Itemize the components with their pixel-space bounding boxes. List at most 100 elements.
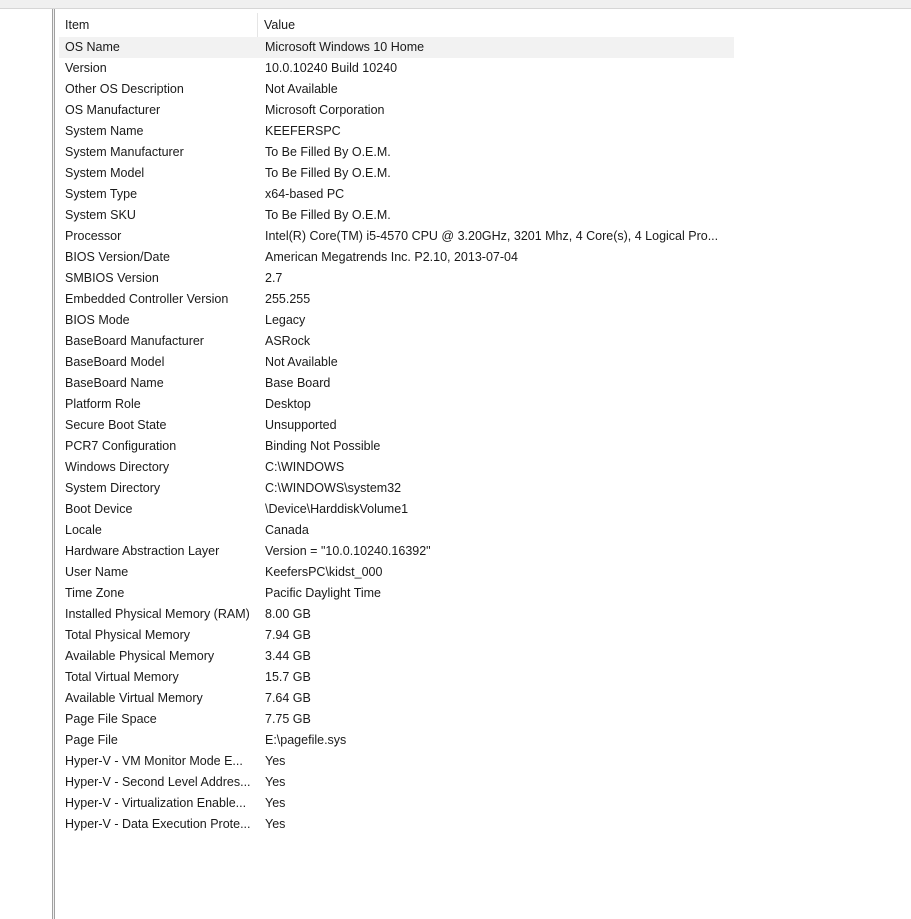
- list-item[interactable]: Embedded Controller Version 255.255: [59, 289, 734, 310]
- list-item[interactable]: Locale Canada: [59, 520, 734, 541]
- value-cell: Microsoft Windows 10 Home: [265, 40, 425, 54]
- value-cell: 3.44 GB: [265, 649, 311, 663]
- list-rows: OS Name Microsoft Windows 10 Home Version 1…: [59, 37, 734, 835]
- item-cell: System Directory: [65, 481, 161, 495]
- value-cell: x64-based PC: [265, 187, 345, 201]
- value-cell: Legacy: [265, 313, 306, 327]
- item-cell: Hyper-V - Virtualization Enable...: [65, 796, 247, 810]
- item-cell: BaseBoard Model: [65, 355, 165, 369]
- list-item[interactable]: Hyper-V - Virtualization Enable... Yes: [59, 793, 734, 814]
- value-cell: C:\WINDOWS\system32: [265, 481, 402, 495]
- list-item[interactable]: OS Name Microsoft Windows 10 Home: [59, 37, 734, 58]
- item-cell: Locale: [65, 523, 102, 537]
- value-cell: American Megatrends Inc. P2.10, 2013-07-…: [265, 250, 518, 264]
- item-cell: Hardware Abstraction Layer: [65, 544, 220, 558]
- list-item[interactable]: System Type x64-based PC: [59, 184, 734, 205]
- list-item[interactable]: System Directory C:\WINDOWS\system32: [59, 478, 734, 499]
- item-cell: System Model: [65, 166, 145, 180]
- item-cell: Time Zone: [65, 586, 125, 600]
- list-item[interactable]: Hyper-V - Second Level Addres... Yes: [59, 772, 734, 793]
- list-item[interactable]: PCR7 Configuration Binding Not Possible: [59, 436, 734, 457]
- value-cell: 15.7 GB: [265, 670, 311, 684]
- list-item[interactable]: System Manufacturer To Be Filled By O.E.M…: [59, 142, 734, 163]
- list-item[interactable]: BIOS Mode Legacy: [59, 310, 734, 331]
- list-item[interactable]: Available Virtual Memory 7.64 GB: [59, 688, 734, 709]
- item-cell: Version: [65, 61, 107, 75]
- value-cell: 8.00 GB: [265, 607, 311, 621]
- value-cell: 2.7: [265, 271, 283, 285]
- value-cell: To Be Filled By O.E.M.: [265, 208, 391, 222]
- item-cell: Boot Device: [65, 502, 133, 516]
- list-item[interactable]: Hyper-V - VM Monitor Mode E... Yes: [59, 751, 734, 772]
- list-item[interactable]: System SKU To Be Filled By O.E.M.: [59, 205, 734, 226]
- value-cell: Yes: [265, 775, 286, 789]
- category-tree-pane[interactable]: [0, 9, 52, 919]
- item-cell: System Type: [65, 187, 138, 201]
- value-cell: KEEFERSPC: [265, 124, 341, 138]
- list-item[interactable]: Hardware Abstraction Layer Version = "10.…: [59, 541, 734, 562]
- value-cell: Binding Not Possible: [265, 439, 381, 453]
- top-border: [0, 0, 911, 9]
- item-cell: Page File Space: [65, 712, 157, 726]
- list-item[interactable]: SMBIOS Version 2.7: [59, 268, 734, 289]
- value-cell: 10.0.10240 Build 10240: [265, 61, 398, 75]
- item-cell: SMBIOS Version: [65, 271, 159, 285]
- list-item[interactable]: System Model To Be Filled By O.E.M.: [59, 163, 734, 184]
- item-cell: BIOS Mode: [65, 313, 130, 327]
- value-cell: Yes: [265, 754, 286, 768]
- list-item[interactable]: Platform Role Desktop: [59, 394, 734, 415]
- item-cell: System SKU: [65, 208, 136, 222]
- value-cell: Desktop: [265, 397, 311, 411]
- system-information-window: Item Value OS Name Microsoft Windows 10 H…: [0, 0, 911, 919]
- value-cell: 7.94 GB: [265, 628, 311, 642]
- list-item[interactable]: Processor Intel(R) Core(TM) i5-4570 CPU @…: [59, 226, 734, 247]
- value-cell: Base Board: [265, 376, 331, 390]
- list-item[interactable]: BaseBoard Manufacturer ASRock: [59, 331, 734, 352]
- value-cell: Canada: [265, 523, 309, 537]
- list-item[interactable]: BaseBoard Name Base Board: [59, 373, 734, 394]
- list-item[interactable]: Secure Boot State Unsupported: [59, 415, 734, 436]
- list-item[interactable]: Windows Directory C:\WINDOWS: [59, 457, 734, 478]
- pane-splitter[interactable]: [52, 9, 55, 919]
- list-item[interactable]: Installed Physical Memory (RAM) 8.00 GB: [59, 604, 734, 625]
- value-cell: Unsupported: [265, 418, 337, 432]
- value-cell: To Be Filled By O.E.M.: [265, 166, 391, 180]
- list-item[interactable]: BIOS Version/Date American Megatrends Inc…: [59, 247, 734, 268]
- list-item[interactable]: Page File E:\pagefile.sys: [59, 730, 734, 751]
- item-cell: Other OS Description: [65, 82, 184, 96]
- item-cell: Hyper-V - VM Monitor Mode E...: [65, 754, 243, 768]
- item-cell: Hyper-V - Data Execution Prote...: [65, 817, 251, 831]
- item-cell: Windows Directory: [65, 460, 170, 474]
- list-item[interactable]: Time Zone Pacific Daylight Time: [59, 583, 734, 604]
- column-header-value[interactable]: Value: [258, 13, 734, 37]
- value-cell: E:\pagefile.sys: [265, 733, 347, 747]
- value-cell: Yes: [265, 796, 286, 810]
- item-cell: Embedded Controller Version: [65, 292, 229, 306]
- list-item[interactable]: Version 10.0.10240 Build 10240: [59, 58, 734, 79]
- list-item[interactable]: User Name KeefersPC\kidst_000: [59, 562, 734, 583]
- list-item[interactable]: Hyper-V - Data Execution Prote... Yes: [59, 814, 734, 835]
- list-item[interactable]: Boot Device \Device\HarddiskVolume1: [59, 499, 734, 520]
- item-cell: Platform Role: [65, 397, 141, 411]
- list-item[interactable]: Total Virtual Memory 15.7 GB: [59, 667, 734, 688]
- item-cell: BIOS Version/Date: [65, 250, 170, 264]
- value-cell: C:\WINDOWS: [265, 460, 345, 474]
- item-cell: User Name: [65, 565, 129, 579]
- column-header-item[interactable]: Item: [59, 13, 258, 37]
- list-item[interactable]: Total Physical Memory 7.94 GB: [59, 625, 734, 646]
- value-cell: Pacific Daylight Time: [265, 586, 382, 600]
- list-item[interactable]: Other OS Description Not Available: [59, 79, 734, 100]
- value-cell: Intel(R) Core(TM) i5-4570 CPU @ 3.20GHz,…: [265, 229, 719, 243]
- value-cell: Not Available: [265, 355, 338, 369]
- list-item[interactable]: Available Physical Memory 3.44 GB: [59, 646, 734, 667]
- list-item[interactable]: Page File Space 7.75 GB: [59, 709, 734, 730]
- system-summary-list[interactable]: Item Value OS Name Microsoft Windows 10 H…: [59, 11, 911, 919]
- item-cell: Total Physical Memory: [65, 628, 191, 642]
- list-item[interactable]: OS Manufacturer Microsoft Corporation: [59, 100, 734, 121]
- item-cell: System Name: [65, 124, 144, 138]
- list-item[interactable]: System Name KEEFERSPC: [59, 121, 734, 142]
- value-cell: ASRock: [265, 334, 311, 348]
- list-item[interactable]: BaseBoard Model Not Available: [59, 352, 734, 373]
- value-cell: 7.64 GB: [265, 691, 311, 705]
- item-cell: Installed Physical Memory (RAM): [65, 607, 250, 621]
